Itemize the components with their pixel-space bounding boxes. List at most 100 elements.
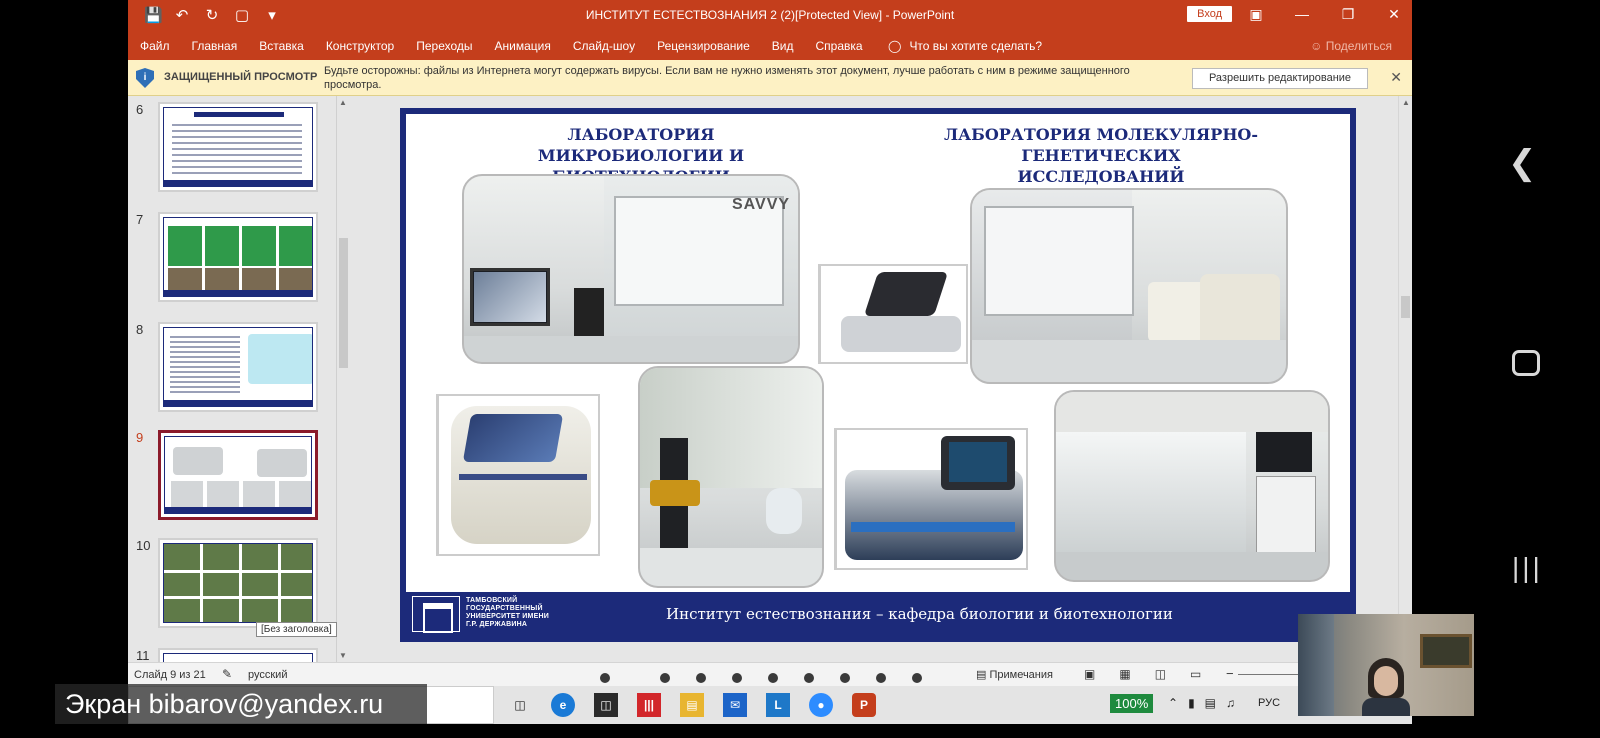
scroll-down-icon[interactable]: ▼: [339, 651, 347, 660]
webcam-preview[interactable]: [1298, 614, 1474, 716]
ribbon-tabs: Файл Главная Вставка Конструктор Переход…: [140, 39, 885, 53]
university-logo: [412, 596, 460, 633]
slide-thumbnail-6[interactable]: [158, 102, 318, 192]
android-nav-bar: ❮ |||: [1484, 0, 1600, 738]
zoom-level-chip[interactable]: 100%: [1110, 694, 1154, 713]
close-icon[interactable]: ✕: [1384, 6, 1404, 23]
volume-icon[interactable]: ♫: [1226, 696, 1235, 710]
language-indicator[interactable]: русский: [248, 669, 287, 681]
minimize-icon[interactable]: —: [1292, 6, 1312, 23]
keyboard-language[interactable]: РУС: [1258, 697, 1280, 709]
chevron-up-icon[interactable]: ⌃: [1168, 696, 1178, 710]
close-bar-icon[interactable]: ✕: [1390, 69, 1402, 86]
notes-button[interactable]: ▤ Примечания: [976, 668, 1053, 681]
thumbnail-pane: 6 7 8 9 10 11: [128, 96, 354, 662]
slide-sorter-icon[interactable]: ▦: [1119, 667, 1130, 681]
tab-insert[interactable]: Вставка: [259, 39, 304, 53]
slide-number: 10: [136, 538, 151, 553]
restore-icon[interactable]: ❐: [1338, 6, 1358, 23]
edge-icon[interactable]: e: [551, 693, 575, 717]
normal-view-icon[interactable]: ▣: [1084, 667, 1095, 681]
tab-design[interactable]: Конструктор: [326, 39, 394, 53]
slide-thumbnail-9[interactable]: [158, 430, 318, 520]
enable-editing-button[interactable]: Разрешить редактирование: [1192, 68, 1368, 89]
slide-number: 6: [136, 102, 144, 117]
photo-spectrophotometer: [834, 428, 1028, 570]
app-red-icon[interactable]: |||: [637, 693, 661, 717]
photo-biosafety-cabinet: SAVVY: [462, 174, 800, 364]
store-icon[interactable]: ◫: [594, 693, 618, 717]
scroll-up-icon[interactable]: ▲: [339, 98, 347, 107]
slide-number: 9: [136, 430, 144, 445]
thumbnail-content: [163, 217, 313, 297]
dot: [600, 673, 610, 683]
slide-thumbnail-11[interactable]: [158, 648, 318, 662]
photo-laminar-hood: [1054, 390, 1330, 582]
slide-thumbnail-10[interactable]: [158, 538, 318, 628]
zoom-slider[interactable]: [1238, 674, 1298, 675]
powerpoint-window: 💾 ↶ ↻ ▢ ▾ ИНСТИТУТ ЕСТЕСТВОЗНАНИЯ 2 (2)[…: [128, 0, 1412, 686]
slide-thumbnail-7[interactable]: [158, 212, 318, 302]
webcam-person: [1362, 658, 1410, 716]
thumbnail-scrollbar[interactable]: ▲ ▼: [336, 96, 350, 662]
slideshow-view-icon[interactable]: ▭: [1190, 667, 1201, 681]
app-l-icon[interactable]: L: [766, 693, 790, 717]
home-icon[interactable]: [1512, 350, 1540, 376]
photo-cell-counter: [436, 394, 600, 556]
share-button[interactable]: ☺ Поделиться: [1310, 39, 1392, 53]
slide-scrollbar[interactable]: ▲ ▼: [1398, 96, 1412, 662]
share-label: Поделиться: [1325, 39, 1392, 53]
footer-text: Институт естествознания – кафедра биолог…: [666, 605, 1173, 623]
spellcheck-icon[interactable]: ✎: [222, 667, 232, 681]
scroll-thumb[interactable]: [1401, 296, 1410, 318]
protected-view-message: Будьте осторожны: файлы из Интернета мог…: [324, 65, 1130, 91]
slide-number: 7: [136, 212, 144, 227]
zoom-app-icon[interactable]: ●: [809, 693, 833, 717]
thumbnail-content: [163, 327, 313, 407]
mail-icon[interactable]: ✉: [723, 693, 747, 717]
network-icon[interactable]: ▤: [1205, 696, 1216, 710]
thumbnail-content: [163, 107, 313, 187]
powerpoint-icon[interactable]: P: [852, 693, 876, 717]
tell-me-box[interactable]: ◯ Что вы хотите сделать?: [888, 39, 1042, 53]
dot: [876, 673, 886, 683]
zoom-out-icon[interactable]: −: [1226, 666, 1234, 681]
shield-icon: i: [136, 68, 154, 88]
university-name: ТАМБОВСКИЙ ГОСУДАРСТВЕННЫЙ УНИВЕРСИТЕТ И…: [466, 597, 549, 628]
tab-view[interactable]: Вид: [772, 39, 794, 53]
photo-pcr-workstation: [970, 188, 1288, 384]
person-icon: ☺: [1310, 39, 1323, 53]
tab-help[interactable]: Справка: [815, 39, 862, 53]
tell-me-label: Что вы хотите сделать?: [909, 39, 1043, 53]
notes-label: Примечания: [989, 669, 1053, 681]
tab-animations[interactable]: Анимация: [495, 39, 551, 53]
reading-view-icon[interactable]: ◫: [1155, 667, 1166, 681]
dot: [768, 673, 778, 683]
dot: [696, 673, 706, 683]
tab-review[interactable]: Рецензирование: [657, 39, 750, 53]
slide-thumbnail-8[interactable]: [158, 322, 318, 412]
ribbon: Файл Главная Вставка Конструктор Переход…: [128, 32, 1412, 60]
photo-microscope: [638, 366, 824, 588]
back-icon[interactable]: ❮: [1508, 143, 1537, 183]
tab-home[interactable]: Главная: [192, 39, 238, 53]
task-view-icon[interactable]: ◫: [508, 693, 532, 717]
battery-icon[interactable]: ▮: [1188, 696, 1195, 710]
dot: [912, 673, 922, 683]
ribbon-display-icon[interactable]: ▣: [1246, 6, 1266, 23]
tab-file[interactable]: Файл: [140, 39, 170, 53]
tab-slideshow[interactable]: Слайд-шоу: [573, 39, 635, 53]
current-slide[interactable]: ЛАБОРАТОРИЯ МИКРОБИОЛОГИИ И БИОТЕХНОЛОГИ…: [400, 108, 1356, 642]
file-explorer-icon[interactable]: ▤: [680, 693, 704, 717]
sign-in-button[interactable]: Вход: [1187, 6, 1232, 22]
tab-transitions[interactable]: Переходы: [416, 39, 472, 53]
scroll-up-icon[interactable]: ▲: [1402, 98, 1410, 107]
slide-number: 8: [136, 322, 144, 337]
dot: [804, 673, 814, 683]
photo-portable-device: [818, 264, 968, 364]
protected-view-bar: i ЗАЩИЩЕННЫЙ ПРОСМОТР Будьте осторожны: …: [128, 60, 1412, 96]
scroll-thumb[interactable]: [339, 238, 348, 368]
slide-counter: Слайд 9 из 21: [134, 669, 206, 681]
dot: [840, 673, 850, 683]
recent-apps-icon[interactable]: |||: [1512, 552, 1543, 584]
